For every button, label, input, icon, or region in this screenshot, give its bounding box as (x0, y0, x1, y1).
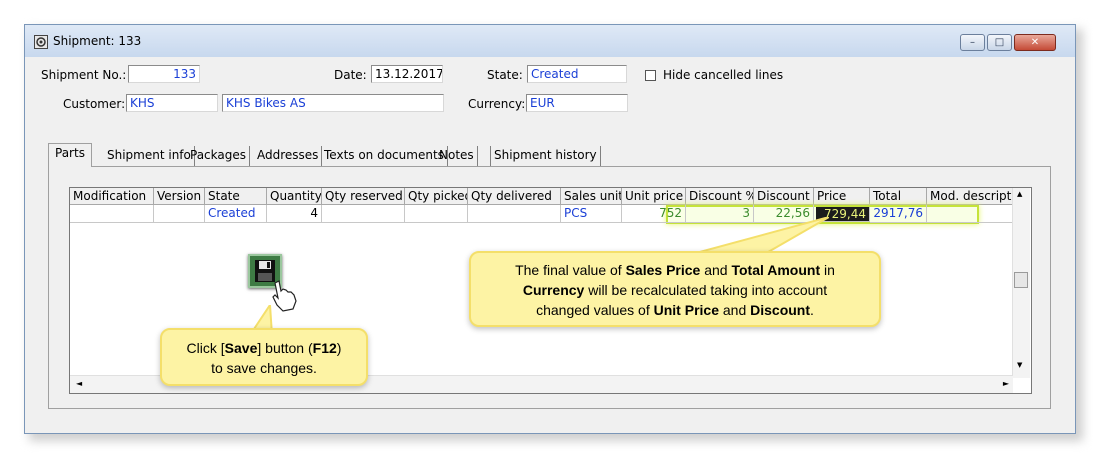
callout-text: changed values of (536, 302, 654, 318)
shipment-no-label: Shipment No.: (41, 68, 127, 82)
callout-bold: Total Amount (731, 262, 821, 278)
title-bar: Shipment: 133 – □ ✕ (25, 25, 1075, 57)
column-header[interactable]: Price (814, 188, 870, 205)
shipment-window: Shipment: 133 – □ ✕ Shipment No.: 133 Da… (24, 24, 1076, 434)
date-field[interactable]: 13.12.2017 (371, 65, 443, 83)
cell-total[interactable]: 2917,76 (870, 205, 927, 223)
tab-packages[interactable]: Packages (187, 146, 250, 166)
column-header[interactable]: Qty picked (405, 188, 468, 205)
column-header[interactable]: Discount % (686, 188, 754, 205)
callout-bold: Currency (522, 282, 585, 298)
cell-modification[interactable] (70, 205, 154, 223)
tab-notes[interactable]: Notes (436, 146, 478, 166)
window-title: Shipment: 133 (53, 34, 142, 48)
column-header[interactable]: Discount (754, 188, 814, 205)
state-field[interactable]: Created (527, 65, 627, 83)
column-header[interactable]: Total (870, 188, 927, 205)
close-button[interactable]: ✕ (1014, 34, 1056, 51)
currency-label: Currency: (468, 97, 526, 111)
hide-cancelled-checkbox[interactable] (645, 70, 656, 81)
callout-bold: F12 (312, 340, 337, 356)
callout-text: will be recalculated taking into account (584, 282, 828, 298)
callout-save-info: Click [Save] button (F12) to save change… (160, 328, 368, 386)
callout-text: and (700, 262, 732, 278)
tab-shipment-history[interactable]: Shipment history (490, 146, 601, 166)
callout-text: and (718, 302, 751, 318)
state-label: State: (487, 68, 523, 82)
scroll-left-icon[interactable]: ◄ (76, 379, 82, 388)
cell-mod-description[interactable] (927, 205, 1014, 223)
column-header[interactable]: Unit price (622, 188, 686, 205)
column-header[interactable]: Qty delivered (468, 188, 561, 205)
maximize-button[interactable]: □ (987, 34, 1012, 51)
column-header[interactable]: State (205, 188, 267, 205)
scroll-down-icon[interactable]: ▼ (1017, 361, 1022, 369)
callout-text: Click [ (186, 340, 225, 356)
cell-sales-unit[interactable]: PCS (561, 205, 622, 223)
customer-code-field[interactable]: KHS (126, 94, 218, 112)
tab-texts-on-documents[interactable]: Texts on documents (321, 146, 448, 166)
customer-label: Customer: (63, 97, 126, 111)
callout-text: The final value of (515, 262, 626, 278)
callout-text: . (810, 302, 814, 318)
callout-text: ] button ( (257, 340, 313, 356)
callout-text: ) (336, 340, 342, 356)
cell-qty-reserved[interactable] (322, 205, 405, 223)
minimize-button[interactable]: – (960, 34, 985, 51)
column-header[interactable]: Modification (70, 188, 154, 205)
cell-qty-picked[interactable] (405, 205, 468, 223)
scroll-thumb[interactable] (1014, 272, 1028, 288)
customer-name-field[interactable]: KHS Bikes AS (222, 94, 444, 112)
callout-bold: Discount (750, 302, 811, 318)
column-header[interactable]: Sales unit (561, 188, 622, 205)
scroll-up-icon[interactable]: ▲ (1017, 190, 1022, 198)
cell-qty-delivered[interactable] (468, 205, 561, 223)
shipment-no-field[interactable]: 133 (128, 65, 200, 83)
cell-quantity[interactable]: 4 (267, 205, 322, 223)
cell-version[interactable] (154, 205, 205, 223)
callout-bold: Unit Price (653, 302, 719, 318)
scroll-right-icon[interactable]: ► (1003, 379, 1009, 388)
currency-field[interactable]: EUR (526, 94, 628, 112)
callout-price-info: The final value of Sales Price and Total… (469, 251, 881, 327)
callout-text: to save changes. (211, 360, 317, 376)
date-label: Date: (334, 68, 367, 82)
column-header[interactable]: Qty reserved (322, 188, 405, 205)
cell-state[interactable]: Created (205, 205, 267, 223)
callout-bold: Save (224, 340, 258, 356)
tab-addresses[interactable]: Addresses (254, 146, 323, 166)
column-header[interactable]: Version (154, 188, 205, 205)
tab-shipment-info[interactable]: Shipment info (104, 146, 195, 166)
column-header[interactable]: Mod. descriptio (927, 188, 1014, 205)
column-header[interactable]: Quantity (267, 188, 322, 205)
vertical-scrollbar[interactable]: ▲ ▼ (1012, 188, 1030, 378)
hide-cancelled-label: Hide cancelled lines (663, 68, 784, 82)
callout-bold: Sales Price (625, 262, 701, 278)
tab-parts[interactable]: Parts (48, 143, 92, 167)
callout-text: in (820, 262, 835, 278)
app-icon (34, 35, 48, 49)
